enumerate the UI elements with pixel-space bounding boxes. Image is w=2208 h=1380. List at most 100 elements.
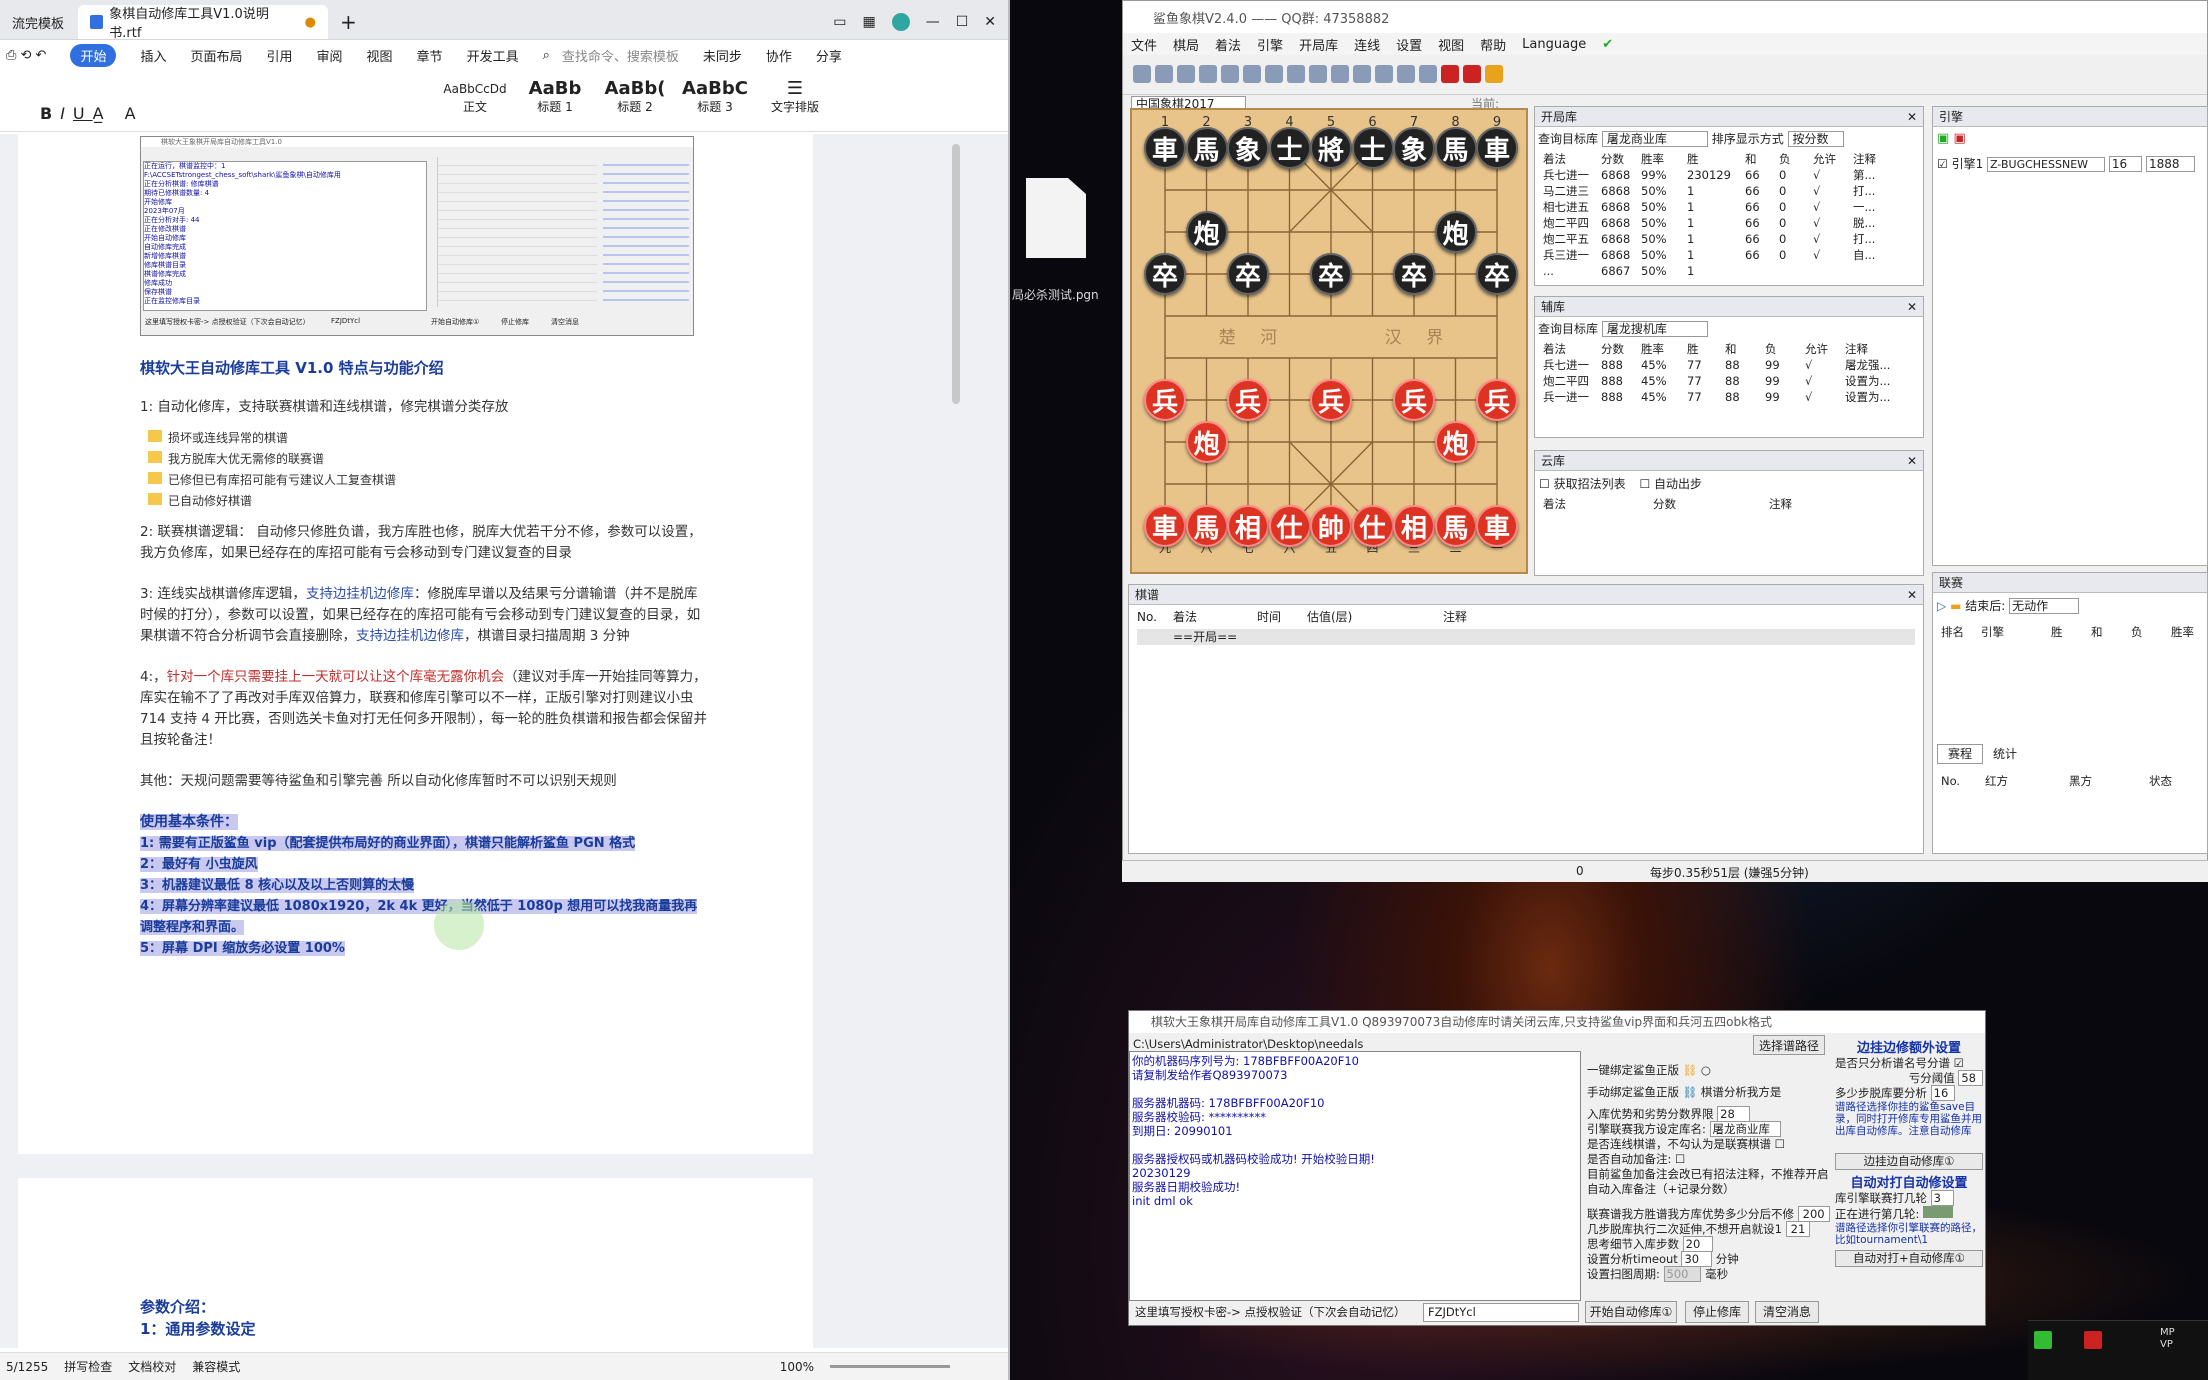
black-piece[interactable]: 炮 xyxy=(1185,211,1228,253)
doc-scrollbar[interactable] xyxy=(952,144,960,404)
close-icon[interactable]: ✕ xyxy=(1907,297,1917,317)
bb2[interactable]: 自动对打+自动修库① xyxy=(1835,1250,1983,1267)
threads-select[interactable]: 16 xyxy=(2108,156,2143,172)
tab-stats[interactable]: 统计 xyxy=(1983,745,2027,763)
v7[interactable]: 200 xyxy=(1797,1206,1830,1222)
red-piece[interactable]: 仕 xyxy=(1268,505,1311,547)
close-icon[interactable]: ✕ xyxy=(1907,585,1917,605)
stop-repair-button[interactable]: 停止修库 xyxy=(1685,1301,1749,1323)
link-icon[interactable]: ⛓ xyxy=(1683,1085,1698,1099)
toolbar-icon[interactable] xyxy=(1177,65,1195,83)
openbook-target-select[interactable]: 屠龙商业库 xyxy=(1601,131,1708,147)
toolbar-icon[interactable] xyxy=(1309,65,1327,83)
black-piece[interactable]: 卒 xyxy=(1476,253,1518,295)
shark-menu-engine[interactable]: 引擎 xyxy=(1257,35,1283,54)
black-piece[interactable]: 馬 xyxy=(1185,127,1228,169)
v1[interactable]: 28 xyxy=(1717,1106,1750,1122)
rv2[interactable]: 58 xyxy=(1958,1070,1983,1086)
red-piece[interactable]: 馬 xyxy=(1185,505,1228,547)
collab-button[interactable]: 协作 xyxy=(766,46,792,65)
shark-menu-help[interactable]: 帮助 xyxy=(1480,35,1506,54)
tab-schedule[interactable]: 赛程 xyxy=(1937,744,1984,764)
menu-devtools[interactable]: 开发工具 xyxy=(467,46,519,65)
black-piece[interactable]: 卒 xyxy=(1144,253,1186,295)
table-row[interactable]: 炮二平四 6868 50% 1 66 0 √ 脱... xyxy=(1543,215,1923,231)
red-piece[interactable]: 車 xyxy=(1144,505,1186,547)
red-piece[interactable]: 兵 xyxy=(1227,379,1269,421)
remove-engine-icon[interactable]: ▣ xyxy=(1953,131,1965,146)
bb1[interactable]: 边挂边自动修库① xyxy=(1835,1153,1983,1170)
bind2-label[interactable]: 手动绑定鲨鱼正版 xyxy=(1587,1085,1679,1099)
link-icon[interactable]: ⛓ xyxy=(1683,1063,1698,1077)
table-row[interactable]: 炮二平五 6868 50% 1 66 0 √ 打... xyxy=(1543,231,1923,247)
menu-insert[interactable]: 插入 xyxy=(140,46,166,65)
table-row[interactable]: 兵一进一 888 45% 77 88 99 √ 设置为... xyxy=(1543,389,1923,405)
black-piece[interactable]: 象 xyxy=(1393,127,1435,169)
toolbar-icon[interactable] xyxy=(1441,65,1459,83)
toolbar-icon[interactable] xyxy=(1199,65,1217,83)
close-icon[interactable]: ✕ xyxy=(984,14,996,30)
checkbox[interactable]: ☐ xyxy=(1775,1137,1785,1151)
record-row[interactable]: ==开局== xyxy=(1137,629,1915,645)
black-piece[interactable]: 卒 xyxy=(1310,253,1352,295)
shark-menu-file[interactable]: 文件 xyxy=(1131,35,1157,54)
close-icon[interactable]: ✕ xyxy=(1907,451,1917,471)
shark-menu-settings[interactable]: 设置 xyxy=(1396,35,1422,54)
table-row[interactable]: 兵七进一 888 45% 77 88 99 √ 屠龙强... xyxy=(1543,357,1923,373)
red-piece[interactable]: 相 xyxy=(1227,505,1269,547)
red-piece[interactable]: 兵 xyxy=(1476,379,1518,421)
cloud-list-checkbox[interactable]: ☐ xyxy=(1539,477,1550,491)
shark-menu-move[interactable]: 着法 xyxy=(1215,35,1241,54)
toolbar-icon[interactable] xyxy=(1265,65,1283,83)
red-piece[interactable]: 兵 xyxy=(1144,379,1186,421)
menu-chapter[interactable]: 章节 xyxy=(417,46,443,65)
black-piece[interactable]: 卒 xyxy=(1393,253,1435,295)
black-piece[interactable]: 卒 xyxy=(1227,253,1269,295)
menu-reference[interactable]: 引用 xyxy=(267,46,293,65)
proofread[interactable]: 文档校对 xyxy=(128,1358,176,1375)
minimize-icon[interactable]: — xyxy=(926,14,940,30)
black-piece[interactable]: 炮 xyxy=(1434,211,1477,253)
toolbar-icon[interactable] xyxy=(1221,65,1239,83)
black-piece[interactable]: 將 xyxy=(1310,127,1352,169)
style-h3[interactable]: AaBbC 标题 3 xyxy=(680,76,750,126)
red-piece[interactable]: 帥 xyxy=(1310,505,1352,547)
bind-radio[interactable]: ○ xyxy=(1701,1063,1711,1077)
toolbar-icon[interactable] xyxy=(1155,65,1173,83)
shark-menu-openbook[interactable]: 开局库 xyxy=(1299,35,1338,54)
clear-messages-button[interactable]: 清空消息 xyxy=(1755,1301,1819,1323)
table-row[interactable]: 马二进三 6868 50% 1 66 0 √ 打... xyxy=(1543,183,1923,199)
toolbar-icon[interactable] xyxy=(1243,65,1261,83)
checkbox[interactable]: ☑ xyxy=(1954,1056,1964,1070)
toolbar-icon[interactable] xyxy=(1287,65,1305,83)
red-piece[interactable]: 仕 xyxy=(1351,505,1394,547)
chess-board[interactable]: 123456789九八七六五四三二一楚河汉界 車馬象士將士象馬車炮炮卒卒卒卒卒兵… xyxy=(1130,108,1528,574)
black-piece[interactable]: 車 xyxy=(1144,127,1186,169)
layout-icon[interactable]: ▭ xyxy=(833,14,846,30)
toolbar-icon[interactable] xyxy=(1463,65,1481,83)
close-icon[interactable]: ✕ xyxy=(1907,107,1917,127)
shark-menu-game[interactable]: 棋局 xyxy=(1173,35,1199,54)
tab-close-icon[interactable]: ● xyxy=(305,15,316,30)
style-h2[interactable]: AaBb(标题 2 xyxy=(600,76,670,126)
red-piece[interactable]: 炮 xyxy=(1185,421,1228,463)
grid-icon[interactable]: ▦ xyxy=(862,14,875,30)
stop-icon[interactable] xyxy=(2084,1331,2102,1349)
text-layout-button[interactable]: ☰ 文字排版 xyxy=(760,76,830,126)
command-search[interactable]: 查找命令、搜索模板 xyxy=(562,46,679,65)
toolbar-icon[interactable] xyxy=(1133,65,1151,83)
red-piece[interactable]: 兵 xyxy=(1310,379,1352,421)
shark-menu-language[interactable]: Language xyxy=(1522,37,1586,52)
table-row[interactable]: 炮二平四 888 45% 77 88 99 √ 设置为... xyxy=(1543,373,1923,389)
style-normal[interactable]: AaBbCcDd 正文 xyxy=(440,76,510,126)
table-row[interactable]: 兵三进一 6868 50% 1 66 0 √ 自... xyxy=(1543,247,1923,263)
black-piece[interactable]: 象 xyxy=(1227,127,1269,169)
hash-select[interactable]: 1888 xyxy=(2145,156,2195,172)
v2[interactable]: 屠龙商业库 xyxy=(1709,1121,1782,1137)
folder-icon[interactable]: ▬ xyxy=(1950,599,1961,613)
v8[interactable]: 21 xyxy=(1785,1221,1811,1237)
table-row[interactable]: 相七进五 6868 50% 1 66 0 √ 一... xyxy=(1543,199,1923,215)
spell-check[interactable]: 拼写检查 xyxy=(64,1358,112,1375)
menu-review[interactable]: 审阅 xyxy=(317,46,343,65)
toolbar-icon[interactable] xyxy=(1375,65,1393,83)
